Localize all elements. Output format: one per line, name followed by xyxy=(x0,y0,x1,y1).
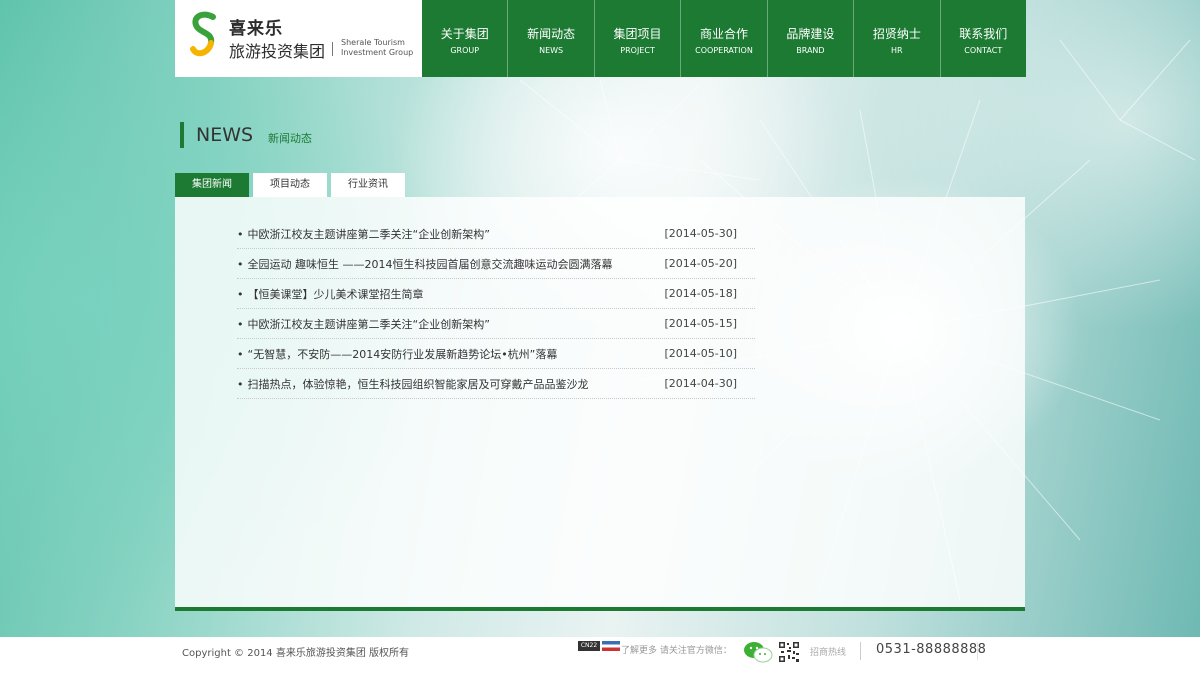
footer xyxy=(0,637,1200,675)
nav-item-label: 集团项目 xyxy=(613,27,662,41)
nav-item-cooperation[interactable]: 商业合作 COOPERATION xyxy=(680,0,766,77)
tab-industry-info[interactable]: 行业资讯 xyxy=(331,173,405,197)
nav-item-project[interactable]: 集团项目 PROJECT xyxy=(593,0,680,77)
page-title: NEWS xyxy=(196,124,254,146)
nav-item-group[interactable]: 关于集团 GROUP xyxy=(422,0,507,77)
nav-item-contact[interactable]: 联系我们 CONTACT xyxy=(939,0,1026,77)
nav-item-brand[interactable]: 品牌建设 BRAND xyxy=(766,0,853,77)
list-item[interactable]: • 扫描热点，体验惊艳，恒生科技园组织智能家居及可穿戴产品品鉴沙龙 [2014-0… xyxy=(237,369,755,399)
logo-en-line2: Investment Group xyxy=(341,48,414,57)
news-title-text: 扫描热点，体验惊艳，恒生科技园组织智能家居及可穿戴产品品鉴沙龙 xyxy=(247,377,589,391)
list-item[interactable]: • 中欧浙江校友主题讲座第二季关注“企业创新架构” [2014-05-15] xyxy=(237,309,755,339)
flag-icon[interactable] xyxy=(602,641,620,651)
nav-item-label: 联系我们 xyxy=(959,27,1008,41)
footer-divider xyxy=(977,642,978,660)
news-title[interactable]: • 中欧浙江校友主题讲座第二季关注“企业创新架构” xyxy=(237,316,490,332)
nav-item-sublabel: CONTACT xyxy=(964,46,1003,55)
nav-item-label: 品牌建设 xyxy=(786,27,835,41)
logo-en-line1: Sherale Tourism xyxy=(341,38,405,47)
logo-name-line2: 旅游投资集团 xyxy=(229,42,326,61)
logo-english-name: Sherale Tourism Investment Group xyxy=(341,38,413,58)
nav-item-sublabel: HR xyxy=(891,46,903,55)
footer-divider xyxy=(860,642,861,660)
nav-item-sublabel: PROJECT xyxy=(620,46,655,55)
bullet-icon: • xyxy=(237,377,244,391)
bullet-icon: • xyxy=(237,287,244,301)
list-item[interactable]: • 【恒美课堂】少儿美术课堂招生简章 [2014-05-18] xyxy=(237,279,755,309)
logo-name-line1: 喜来乐 xyxy=(229,19,283,39)
nav-item-sublabel: GROUP xyxy=(450,46,480,55)
logo-divider xyxy=(332,42,333,56)
cn22-badge[interactable]: CN22 xyxy=(578,641,600,651)
news-title-text: “无智慧，不安防——2014安防行业发展新趋势论坛•杭州”落幕 xyxy=(247,347,558,361)
nav-item-sublabel: COOPERATION xyxy=(695,46,753,55)
tab-group-news[interactable]: 集团新闻 xyxy=(175,173,249,197)
wechat-follow-text: 了解更多 请关注官方微信： xyxy=(621,646,732,656)
hotline-phone: 0531-88888888 xyxy=(876,642,987,657)
news-title[interactable]: • 中欧浙江校友主题讲座第二季关注“企业创新架构” xyxy=(237,226,490,242)
main-nav: 关于集团 GROUP 新闻动态 NEWS 集团项目 PROJECT 商业合作 C… xyxy=(422,0,1026,77)
list-item[interactable]: • 全园运动 趣味恒生 ——2014恒生科技园首届创意交流趣味运动会圆满落幕 [2… xyxy=(237,249,755,279)
hotline-label: 招商热线 xyxy=(810,648,847,658)
copyright-text: Copyright © 2014 喜来乐旅游投资集团 版权所有 xyxy=(182,648,410,659)
nav-item-label: 招贤纳士 xyxy=(872,27,921,41)
news-date: [2014-05-10] xyxy=(664,347,737,360)
list-item[interactable]: • 中欧浙江校友主题讲座第二季关注“企业创新架构” [2014-05-30] xyxy=(237,219,755,249)
nav-item-sublabel: NEWS xyxy=(539,46,564,55)
news-title-text: 全园运动 趣味恒生 ——2014恒生科技园首届创意交流趣味运动会圆满落幕 xyxy=(247,257,613,271)
nav-item-label: 新闻动态 xyxy=(527,27,576,41)
logo-s-mark-icon xyxy=(190,11,216,57)
content-panel-bottom-border xyxy=(175,607,1025,611)
bullet-icon: • xyxy=(237,317,244,331)
news-title[interactable]: • 全园运动 趣味恒生 ——2014恒生科技园首届创意交流趣味运动会圆满落幕 xyxy=(237,256,613,272)
nav-item-sublabel: BRAND xyxy=(796,46,825,55)
news-title[interactable]: • 【恒美课堂】少儿美术课堂招生简章 xyxy=(237,286,424,302)
logo[interactable]: 喜来乐 旅游投资集团 Sherale Tourism Investment Gr… xyxy=(175,0,422,77)
tab-project-updates[interactable]: 项目动态 xyxy=(253,173,327,197)
nav-item-label: 商业合作 xyxy=(699,27,748,41)
nav-item-news[interactable]: 新闻动态 NEWS xyxy=(507,0,593,77)
news-date: [2014-05-18] xyxy=(664,287,737,300)
news-title-text: 中欧浙江校友主题讲座第二季关注“企业创新架构” xyxy=(247,317,490,331)
news-tabs: 集团新闻 项目动态 行业资讯 xyxy=(175,173,409,197)
page-subtitle: 新闻动态 xyxy=(268,132,312,145)
bullet-icon: • xyxy=(237,257,244,271)
news-title-text: 【恒美课堂】少儿美术课堂招生简章 xyxy=(247,287,424,301)
wechat-icon[interactable] xyxy=(743,640,773,664)
news-date: [2014-05-20] xyxy=(664,257,737,270)
section-title-bar xyxy=(180,122,184,148)
nav-item-label: 关于集团 xyxy=(440,27,489,41)
nav-item-hr[interactable]: 招贤纳士 HR xyxy=(853,0,939,77)
news-title[interactable]: • 扫描热点，体验惊艳，恒生科技园组织智能家居及可穿戴产品品鉴沙龙 xyxy=(237,376,589,392)
news-date: [2014-04-30] xyxy=(664,377,737,390)
news-date: [2014-05-30] xyxy=(664,227,737,240)
bullet-icon: • xyxy=(237,347,244,361)
news-list: • 中欧浙江校友主题讲座第二季关注“企业创新架构” [2014-05-30] • 全… xyxy=(237,219,755,399)
news-date: [2014-05-15] xyxy=(664,317,737,330)
list-item[interactable]: • “无智慧，不安防——2014安防行业发展新趋势论坛•杭州”落幕 [2014-0… xyxy=(237,339,755,369)
bullet-icon: • xyxy=(237,227,244,241)
news-title[interactable]: • “无智慧，不安防——2014安防行业发展新趋势论坛•杭州”落幕 xyxy=(237,346,557,362)
qr-code-icon[interactable] xyxy=(778,641,800,663)
news-title-text: 中欧浙江校友主题讲座第二季关注“企业创新架构” xyxy=(247,227,490,241)
